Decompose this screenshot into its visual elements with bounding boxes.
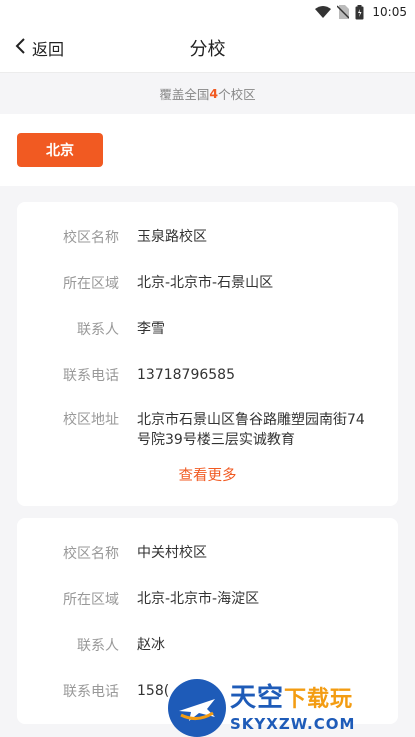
campus-name-label: 校区名称 <box>63 230 119 246</box>
chevron-left-icon <box>14 37 26 59</box>
city-tabs: 北京 <box>0 114 415 186</box>
watermark-text: 天空下载玩 SKYXZW.COM <box>230 683 355 733</box>
campus-list: 校区名称 玉泉路校区 所在区域 北京-北京市-石景山区 联系人 李雪 联系电话 … <box>0 186 415 724</box>
campus-phone-row: 联系电话 13718796585 <box>17 352 398 398</box>
view-more-button[interactable]: 查看更多 <box>17 456 398 496</box>
airplane-logo-icon <box>168 678 226 737</box>
coverage-prefix: 覆盖全国 <box>159 87 210 102</box>
watermark-url: SKYXZW.COM <box>230 714 356 733</box>
campus-count: 4 <box>209 86 219 101</box>
campus-name: 玉泉路校区 <box>137 229 207 245</box>
watermark-accent: 下载玩 <box>284 686 354 712</box>
campus-region: 北京-北京市-石景山区 <box>137 275 274 291</box>
campus-name-row: 校区名称 玉泉路校区 <box>17 214 398 260</box>
campus-region-label: 所在区域 <box>63 276 119 292</box>
clock: 10:05 <box>372 5 407 19</box>
campus-contact-label: 联系人 <box>77 638 119 654</box>
campus-contact: 李雪 <box>137 321 165 337</box>
city-tab-beijing[interactable]: 北京 <box>17 133 103 167</box>
battery-icon <box>355 4 364 20</box>
campus-name-row: 校区名称 中关村校区 <box>17 530 398 576</box>
no-sim-icon <box>337 5 350 19</box>
navigation-bar: 返回 分校 <box>0 24 415 72</box>
campus-contact-row: 联系人 赵冰 <box>17 622 398 668</box>
wifi-icon <box>315 6 332 18</box>
campus-contact-label: 联系人 <box>77 322 119 338</box>
watermark-main: 天空下载玩 <box>230 683 355 715</box>
campus-region-row: 所在区域 北京-北京市-石景山区 <box>17 260 398 306</box>
campus-phone[interactable]: 13718796585 <box>137 365 255 385</box>
campus-contact-row: 联系人 李雪 <box>17 306 398 352</box>
campus-coverage: 覆盖全国 4 个校区 <box>0 72 415 114</box>
back-label: 返回 <box>32 40 65 59</box>
campus-phone-label: 联系电话 <box>63 684 119 700</box>
site-watermark: 天空下载玩 SKYXZW.COM <box>168 678 415 737</box>
campus-name: 中关村校区 <box>137 545 207 561</box>
campus-region-row: 所在区域 北京-北京市-海淀区 <box>17 576 398 622</box>
campus-address: 北京市石景山区鲁谷路雕塑园南街74号院39号楼三层实诚教育 <box>137 412 365 448</box>
campus-region: 北京-北京市-海淀区 <box>137 591 260 607</box>
status-bar: 10:05 <box>0 0 415 24</box>
campus-name-label: 校区名称 <box>63 546 119 562</box>
campus-address-row: 校区地址 北京市石景山区鲁谷路雕塑园南街74号院39号楼三层实诚教育 <box>17 398 398 456</box>
campus-phone-label: 联系电话 <box>63 368 119 384</box>
back-button[interactable]: 返回 <box>14 24 64 72</box>
coverage-suffix: 个校区 <box>218 87 256 102</box>
campus-contact: 赵冰 <box>137 637 165 653</box>
watermark-main-text: 天空 <box>230 682 285 713</box>
campus-region-label: 所在区域 <box>63 592 119 608</box>
campus-card: 校区名称 玉泉路校区 所在区域 北京-北京市-石景山区 联系人 李雪 联系电话 … <box>17 202 398 506</box>
campus-address-label: 校区地址 <box>63 412 119 428</box>
